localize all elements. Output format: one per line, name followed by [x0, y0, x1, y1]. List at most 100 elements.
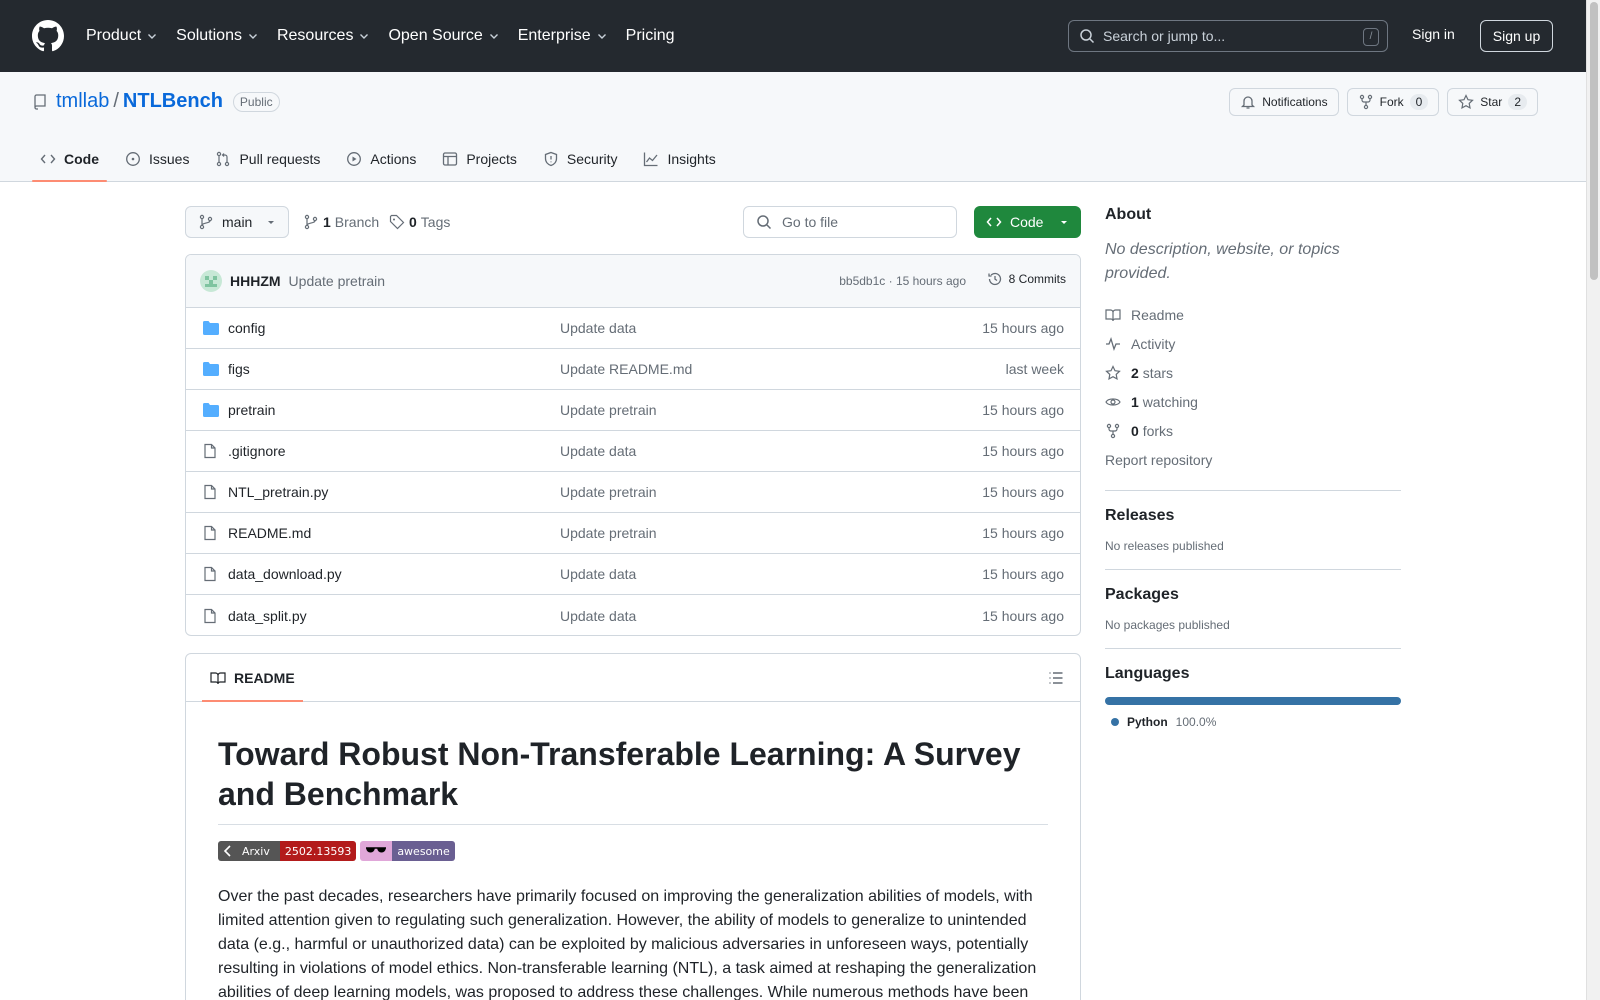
branch-selector[interactable]: main: [185, 206, 289, 238]
tags-link[interactable]: 0 Tags: [389, 214, 450, 230]
go-to-file-input[interactable]: Go to file: [743, 206, 957, 238]
forks-link[interactable]: 0 forks: [1105, 416, 1401, 445]
branches-link[interactable]: 1 Branch: [303, 214, 379, 230]
avatar[interactable]: [200, 270, 222, 292]
nav-label: Pricing: [625, 27, 675, 44]
tab-actions[interactable]: Actions: [338, 136, 424, 182]
activity-link[interactable]: Activity: [1105, 329, 1401, 358]
file-name-link[interactable]: README.md: [228, 525, 311, 541]
file-commit-message[interactable]: Update data: [560, 320, 636, 336]
file-row[interactable]: data_download.py Update data 15 hours ago: [186, 554, 1080, 595]
tab-pull-requests[interactable]: Pull requests: [207, 136, 328, 182]
file-name-link[interactable]: figs: [228, 361, 250, 377]
commit-meta[interactable]: bb5db1c · 15 hours ago: [839, 274, 966, 288]
file-commit-message[interactable]: Update data: [560, 566, 636, 582]
tab-code[interactable]: Code: [32, 136, 107, 182]
stars-link[interactable]: 2 stars: [1105, 358, 1401, 387]
history-icon: [988, 272, 1001, 286]
watching-link[interactable]: 1 watching: [1105, 387, 1401, 416]
fork-button[interactable]: Fork 0: [1346, 88, 1440, 116]
folder-icon: [203, 362, 219, 376]
table-of-contents-icon[interactable]: [1048, 670, 1064, 686]
code-button-label: Code: [1010, 214, 1044, 230]
file-row[interactable]: README.md Update pretrain 15 hours ago: [186, 513, 1080, 554]
nav-label: Open Source: [388, 27, 483, 44]
tab-projects[interactable]: Projects: [434, 136, 525, 182]
code-dropdown-button[interactable]: Code: [974, 206, 1081, 238]
repo-owner-link[interactable]: tmllab: [56, 90, 109, 113]
tab-security[interactable]: Security: [535, 136, 626, 182]
file-row[interactable]: figs Update README.md last week: [186, 349, 1080, 390]
file-commit-age: 15 hours ago: [982, 525, 1064, 541]
branches-count: 1: [323, 214, 331, 230]
file-commit-age: 15 hours ago: [982, 566, 1064, 582]
repo-separator: /: [113, 90, 119, 112]
file-commit-age: 15 hours ago: [982, 320, 1064, 336]
file-type-icon: [202, 566, 220, 582]
file-commit-message[interactable]: Update README.md: [560, 361, 692, 377]
commits-link[interactable]: 8 Commits: [987, 271, 1066, 287]
file-name-link[interactable]: data_split.py: [228, 608, 307, 624]
file-row[interactable]: config Update data 15 hours ago: [186, 308, 1080, 349]
sign-up-button[interactable]: Sign up: [1480, 20, 1553, 52]
nav-enterprise[interactable]: Enterprise: [518, 27, 608, 45]
nav-product[interactable]: Product: [86, 27, 158, 45]
file-name-link[interactable]: NTL_pretrain.py: [228, 484, 328, 500]
file-commit-message[interactable]: Update data: [560, 608, 636, 624]
file-name-link[interactable]: .gitignore: [228, 443, 286, 459]
file-row[interactable]: pretrain Update pretrain 15 hours ago: [186, 390, 1080, 431]
file-commit-message[interactable]: Update pretrain: [560, 402, 657, 418]
arxiv-badge-label: Arxiv: [242, 844, 270, 858]
search-placeholder: Search or jump to...: [1103, 28, 1226, 44]
tab-insights[interactable]: Insights: [635, 136, 723, 182]
readme-tab-label: README: [234, 669, 295, 686]
file-row[interactable]: .gitignore Update data 15 hours ago: [186, 431, 1080, 472]
tab-issues[interactable]: Issues: [117, 136, 197, 182]
packages-empty: No packages published: [1105, 618, 1230, 632]
file-icon: [204, 484, 216, 500]
file-commit-message[interactable]: Update pretrain: [560, 484, 657, 500]
fork-count: 0: [1409, 94, 1429, 110]
tags-label: Tags: [420, 214, 451, 230]
pull-request-icon: [217, 151, 230, 167]
arxiv-badge[interactable]: Arxiv 2502.13593: [218, 841, 357, 861]
branch-icon: [304, 214, 318, 230]
language-item-python[interactable]: Python 100.0%: [1105, 715, 1401, 729]
scrollbar-thumb[interactable]: [1590, 2, 1598, 280]
awesome-badge[interactable]: awesome: [360, 841, 455, 861]
sign-in-link[interactable]: Sign in: [1412, 26, 1455, 42]
search-input[interactable]: Search or jump to... /: [1068, 20, 1388, 52]
file-commit-message[interactable]: Update pretrain: [560, 525, 657, 541]
releases-heading[interactable]: Releases: [1105, 507, 1401, 525]
commit-author[interactable]: HHHZM: [230, 273, 281, 289]
activity-link-label: Activity: [1131, 335, 1176, 352]
readme-link[interactable]: Readme: [1105, 300, 1401, 329]
nav-solutions[interactable]: Solutions: [176, 27, 259, 45]
readme-tab[interactable]: README: [202, 654, 303, 702]
file-name-link[interactable]: config: [228, 320, 265, 336]
forks-count: 0: [1131, 422, 1139, 439]
file-row[interactable]: NTL_pretrain.py Update pretrain 15 hours a…: [186, 472, 1080, 513]
page-scrollbar[interactable]: [1586, 0, 1600, 1000]
stars-label: stars: [1142, 364, 1174, 381]
file-name-link[interactable]: pretrain: [228, 402, 275, 418]
commit-message[interactable]: Update pretrain: [289, 273, 386, 289]
top-nav: Product Solutions Resources Open Source …: [86, 27, 693, 45]
github-logo-icon[interactable]: [32, 20, 64, 52]
repo-name-link[interactable]: NTLBench: [123, 90, 223, 113]
nav-resources[interactable]: Resources: [277, 27, 370, 45]
file-commit-age: 15 hours ago: [982, 607, 1064, 624]
file-commit-message[interactable]: Update data: [560, 443, 636, 459]
tab-label: Pull requests: [239, 151, 321, 167]
go-to-file-placeholder: Go to file: [782, 214, 839, 230]
file-name-link[interactable]: data_download.py: [228, 566, 342, 582]
notifications-button[interactable]: Notifications: [1229, 88, 1339, 116]
file-type-icon: [202, 484, 220, 500]
file-row[interactable]: data_split.py Update data 15 hours ago: [186, 595, 1080, 635]
packages-heading[interactable]: Packages: [1105, 586, 1401, 604]
report-repository-link[interactable]: Report repository: [1105, 445, 1401, 474]
nav-open-source[interactable]: Open Source: [388, 27, 499, 45]
file-list: HHHZM Update pretrain bb5db1c · 15 hours…: [185, 254, 1081, 636]
star-button[interactable]: Star 2: [1447, 88, 1538, 116]
nav-pricing[interactable]: Pricing: [626, 27, 675, 45]
